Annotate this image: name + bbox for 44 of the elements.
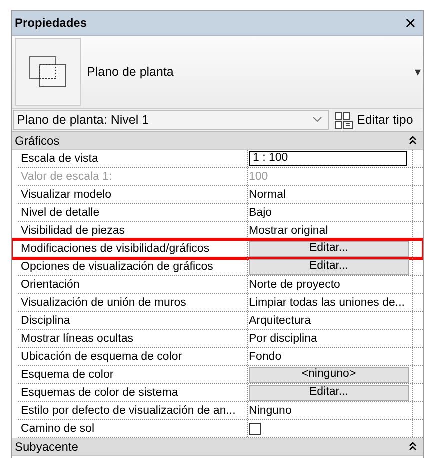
property-label: Esquemas de color de sistema xyxy=(21,386,178,398)
type-name: Plano de planta xyxy=(87,65,175,79)
property-value[interactable]: Mostrar original xyxy=(249,224,328,236)
property-label: Ubicación de esquema de color xyxy=(21,350,182,362)
property-value[interactable]: Bajo xyxy=(249,206,272,218)
property-value: 100 xyxy=(249,170,268,182)
property-value[interactable]: Normal xyxy=(249,188,286,200)
edit-button[interactable]: Editar... xyxy=(249,384,409,400)
edit-type-icon xyxy=(335,112,353,128)
scale-field[interactable]: 1 : 100 xyxy=(249,151,407,166)
group-header[interactable]: Subyacente xyxy=(12,438,423,456)
edit-button[interactable]: Editar... xyxy=(249,240,409,256)
chevron-icon xyxy=(313,117,322,123)
property-label: Valor de escala 1: xyxy=(21,170,112,182)
property-label: Visualizar modelo xyxy=(21,188,112,200)
property-label: Nivel de detalle xyxy=(21,206,100,218)
property-value[interactable]: Limpiar todas las uniones de... xyxy=(249,296,405,308)
group-header[interactable]: Gráficos xyxy=(12,132,423,150)
property-label: Mostrar líneas ocultas xyxy=(21,332,134,344)
property-label: Opciones de visualización de gráficos xyxy=(21,260,214,272)
property-label: Escala de vista xyxy=(21,152,98,164)
property-label: Modificaciones de visibilidad/gráficos xyxy=(21,242,210,254)
floor-plan-icon xyxy=(29,56,67,88)
property-label: Visibilidad de piezas xyxy=(21,224,125,236)
property-label: Visualización de unión de muros xyxy=(21,296,186,308)
edit-type-button[interactable]: Editar tipo xyxy=(329,112,414,128)
property-value[interactable]: Por disciplina xyxy=(249,332,318,344)
property-label: Esquema de color xyxy=(21,368,114,380)
instance-dropdown[interactable]: Plano de planta: Nivel 1 xyxy=(13,110,329,130)
property-label: Estilo por defecto de visualización de an... xyxy=(21,404,236,416)
type-selector[interactable]: Plano de planta ▾ xyxy=(12,36,423,109)
edit-button[interactable]: <ninguno> xyxy=(249,366,409,382)
panel-title: Propiedades xyxy=(15,16,88,30)
checkbox[interactable] xyxy=(249,422,261,434)
property-value[interactable]: Fondo xyxy=(249,350,282,362)
dropdown-arrow[interactable]: ▾ xyxy=(415,65,421,79)
close-button[interactable]: × xyxy=(402,15,419,31)
property-label: Disciplina xyxy=(21,314,70,326)
edit-button[interactable]: Editar... xyxy=(249,258,409,274)
property-label: Camino de sol xyxy=(21,422,95,434)
property-label: Orientación xyxy=(21,278,80,290)
property-value[interactable]: Norte de proyecto xyxy=(249,278,340,290)
property-value[interactable]: Ninguno xyxy=(249,404,292,416)
property-value[interactable]: Arquitectura xyxy=(249,314,312,326)
